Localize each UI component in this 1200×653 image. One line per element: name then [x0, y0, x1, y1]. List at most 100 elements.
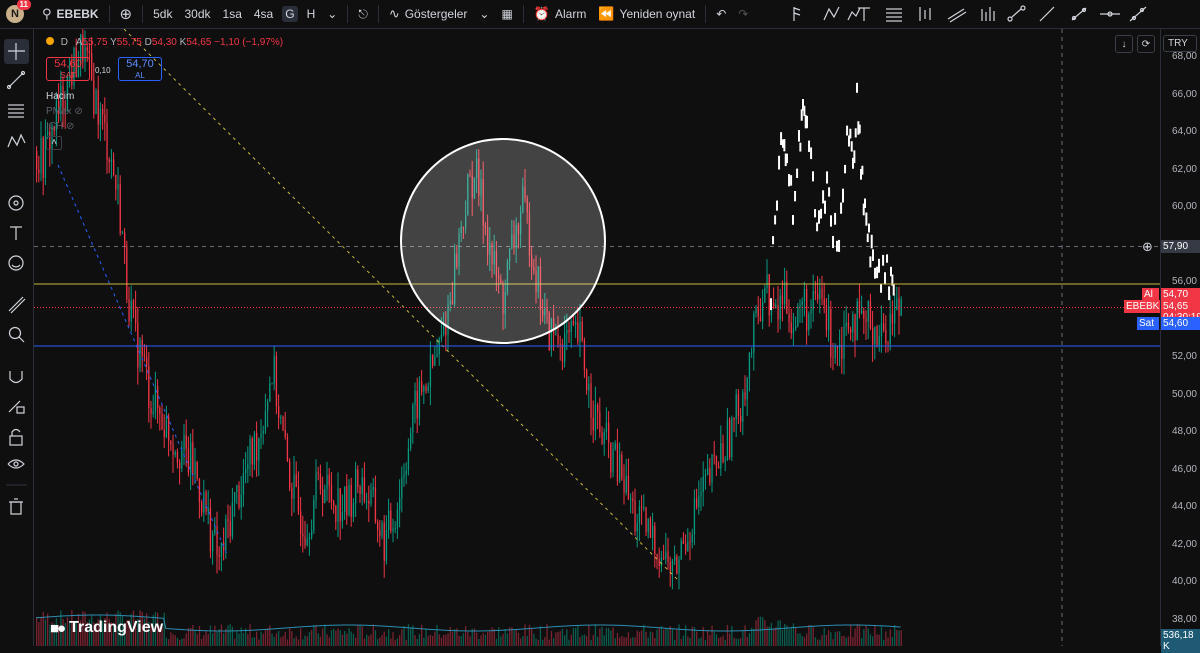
candle-body	[795, 326, 797, 329]
candle-body	[841, 344, 843, 359]
highlight-bar	[800, 109, 803, 121]
volume-bar	[762, 617, 764, 646]
sell-button[interactable]: 54,60 SAT	[46, 57, 90, 81]
hidden-eye-icon[interactable]: ⊘	[66, 121, 74, 132]
candle-body	[251, 438, 253, 465]
volume-bar	[720, 637, 722, 646]
buy-button[interactable]: 54,70 AL	[118, 57, 162, 81]
candle-body	[216, 526, 218, 556]
undo-icon: ↶	[716, 7, 727, 21]
study-ich[interactable]: ICH ⊘	[46, 121, 83, 132]
chart-type-button[interactable]: ⎋	[352, 0, 374, 28]
lock-pencil-icon[interactable]	[8, 400, 25, 414]
candle-body	[418, 381, 421, 419]
path-icon[interactable]	[1007, 5, 1026, 22]
compare-symbol-button[interactable]: ⊕	[114, 0, 139, 28]
undo-button[interactable]: ↶	[710, 0, 732, 28]
trend-line-icon[interactable]	[1039, 6, 1055, 22]
candle-body	[429, 354, 432, 387]
volume-bar	[687, 636, 689, 646]
candle-body	[165, 416, 168, 437]
magnet-icon[interactable]	[9, 371, 23, 384]
study-volume[interactable]: Hacim	[46, 91, 83, 102]
volume-bar	[568, 639, 570, 646]
pattern-icon[interactable]	[823, 6, 840, 21]
horizontal-line-icon[interactable]	[1100, 11, 1120, 17]
volume-bar	[797, 633, 799, 646]
volume-bar	[795, 627, 797, 646]
zoom-icon[interactable]	[8, 326, 25, 343]
volume-bar	[819, 639, 821, 646]
currency-selector[interactable]: TRY	[1163, 35, 1197, 52]
indicators-dropdown[interactable]: ⌄	[473, 0, 495, 28]
eye-icon[interactable]	[7, 459, 25, 469]
scroll-to-latest-button[interactable]: ↓	[1115, 35, 1133, 53]
volume-bar	[799, 633, 801, 646]
interval-1sa[interactable]: 1sa	[217, 0, 248, 28]
pattern-tool-icon[interactable]	[7, 133, 26, 148]
low-value: 54,30	[151, 37, 177, 48]
fib-icon[interactable]	[847, 7, 861, 21]
trend-line-tool-icon[interactable]	[6, 70, 26, 90]
text-tool-icon[interactable]	[10, 226, 22, 240]
replay-button[interactable]: ⏪ Yeniden oynat	[592, 0, 701, 28]
emoji-icon[interactable]	[8, 255, 24, 271]
volume-bar	[293, 638, 295, 646]
alert-button[interactable]: ⏰ Alarm	[528, 0, 593, 28]
auto-scale-button[interactable]: ⟳	[1137, 35, 1155, 53]
channel-icon[interactable]	[947, 8, 967, 23]
volume-bars-icon[interactable]	[981, 7, 995, 21]
ruler-icon[interactable]	[8, 296, 26, 314]
interval-g[interactable]: G	[279, 0, 300, 28]
redo-button[interactable]: ↷	[732, 0, 754, 28]
ray-icon[interactable]	[1071, 7, 1087, 21]
volume-bar	[421, 624, 423, 646]
symbol-search[interactable]: ⚲ EBEBK	[36, 0, 105, 28]
candle-body	[847, 322, 850, 330]
price-chart[interactable]	[34, 29, 1160, 646]
candle-body	[220, 542, 223, 557]
candle-body	[427, 386, 429, 391]
interval-dropdown[interactable]: ⌄	[321, 0, 343, 28]
volume-bar	[187, 627, 190, 646]
volume-bar	[394, 639, 396, 646]
candle-body	[247, 463, 249, 470]
interval-4sa[interactable]: 4sa	[248, 0, 279, 28]
lock-icon[interactable]	[9, 428, 23, 446]
trash-icon[interactable]	[9, 498, 23, 515]
hidden-eye-icon[interactable]: ⊘	[74, 106, 82, 117]
candle-body	[592, 417, 594, 431]
prediction-icon[interactable]	[8, 195, 24, 211]
lines-icon[interactable]	[886, 8, 902, 22]
interval-5dk[interactable]: 5dk	[147, 0, 178, 28]
candle-body	[236, 485, 238, 493]
indicators-button[interactable]: ∿ Göstergeler	[383, 0, 474, 28]
text-icon[interactable]	[858, 7, 870, 21]
volume-bar	[504, 628, 506, 646]
collapse-legend-button[interactable]: ˄	[46, 136, 62, 150]
bars-icon[interactable]	[919, 7, 931, 21]
pitchfork-icon[interactable]	[793, 7, 801, 21]
candle-body	[218, 555, 220, 557]
volume-bar	[357, 625, 359, 646]
volume-bar	[405, 639, 407, 646]
candle-body	[685, 543, 687, 551]
candle-body	[333, 501, 335, 506]
layouts-button[interactable]: ▦	[495, 0, 518, 28]
volume-bar	[891, 637, 894, 646]
volume-bar	[630, 638, 632, 646]
price-axis[interactable]: 38,00 40,00 42,00 44,00 46,00 48,00 50,00 52,00…	[1160, 29, 1200, 646]
candle-body	[867, 301, 869, 322]
add-alert-plus-icon[interactable]: ⊕	[1142, 239, 1153, 255]
candle-body	[885, 330, 887, 344]
candle-body	[814, 290, 817, 294]
fib-retracement-icon[interactable]	[8, 104, 24, 118]
candle-body	[126, 246, 128, 300]
study-pmax[interactable]: PMax ⊘	[46, 106, 83, 117]
interval-30dk[interactable]: 30dk	[178, 0, 216, 28]
candle-body	[119, 184, 121, 234]
interval-h[interactable]: H	[301, 0, 322, 28]
extended-line-icon[interactable]	[1129, 6, 1147, 22]
candle-body	[746, 377, 748, 400]
user-avatar[interactable]: N 11	[6, 0, 31, 23]
